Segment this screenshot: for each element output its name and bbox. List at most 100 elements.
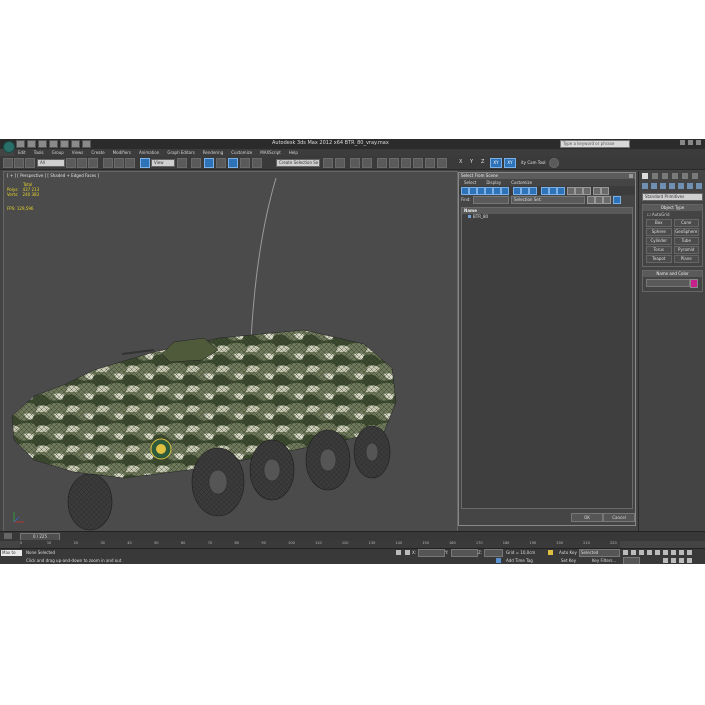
field-of-view-icon[interactable] — [679, 558, 684, 563]
menu-animation[interactable]: Animation — [135, 149, 163, 156]
shapes-category-icon[interactable] — [651, 183, 657, 189]
dialog-menu-customize[interactable]: Customize — [506, 179, 537, 186]
keyboard-shortcut-icon[interactable] — [204, 158, 214, 168]
select-object-icon[interactable] — [66, 158, 76, 168]
helpers-category-icon[interactable] — [678, 183, 684, 189]
spinner-snap-icon[interactable] — [252, 158, 262, 168]
rectangle-selection-icon[interactable] — [88, 158, 98, 168]
select-move-icon[interactable] — [103, 158, 113, 168]
undo-icon[interactable] — [49, 140, 58, 148]
select-invert-icon[interactable] — [583, 187, 591, 195]
axis-x-button[interactable]: X — [459, 159, 462, 165]
display-frozen-icon[interactable] — [549, 187, 557, 195]
display-xrefs-icon[interactable] — [521, 187, 529, 195]
systems-category-icon[interactable] — [696, 183, 702, 189]
selection-set-dropdown[interactable]: Selection Set: — [511, 196, 585, 204]
mirror-icon[interactable] — [323, 158, 333, 168]
menu-views[interactable]: Views — [68, 149, 88, 156]
display-tab-icon[interactable] — [682, 173, 688, 179]
time-tag-icon[interactable] — [496, 558, 501, 563]
rendered-frame-icon[interactable] — [425, 158, 435, 168]
display-geometry-icon[interactable] — [461, 187, 469, 195]
percent-snap-icon[interactable] — [240, 158, 250, 168]
previous-frame-icon[interactable] — [631, 550, 636, 555]
menu-edit[interactable]: Edit — [14, 149, 30, 156]
mini-curve-editor-icon[interactable] — [4, 533, 12, 539]
axis-xy-button[interactable]: XY — [490, 158, 502, 168]
axis-xy-plane-button[interactable]: XY — [504, 158, 516, 168]
current-frame-field[interactable] — [623, 557, 640, 564]
open-file-icon[interactable] — [27, 140, 36, 148]
z-coord-field[interactable] — [484, 549, 503, 557]
menu-help[interactable]: Help — [285, 149, 302, 156]
add-time-tag[interactable]: Add Time Tag — [506, 558, 533, 563]
zoom-extents-icon[interactable] — [679, 550, 684, 555]
copy-icon[interactable] — [595, 196, 603, 204]
snaps-toggle-icon[interactable] — [216, 158, 226, 168]
go-to-end-icon[interactable] — [655, 550, 660, 555]
display-lights-icon[interactable] — [477, 187, 485, 195]
x-coord-field[interactable] — [418, 549, 445, 557]
close-icon[interactable] — [696, 140, 701, 145]
camera-tool-icon[interactable] — [549, 158, 559, 168]
display-helpers-icon[interactable] — [493, 187, 501, 195]
zoom-extents-all-icon[interactable] — [687, 550, 692, 555]
display-groups-icon[interactable] — [513, 187, 521, 195]
display-shapes-icon[interactable] — [469, 187, 477, 195]
key-mode-icon[interactable] — [548, 550, 553, 555]
redo-icon[interactable] — [14, 158, 24, 168]
pyramid-button[interactable]: Pyramid — [673, 246, 699, 254]
key-filter-dropdown[interactable]: Selected — [579, 549, 620, 557]
create-tab-icon[interactable] — [642, 173, 648, 179]
dialog-menu-select[interactable]: Select — [459, 179, 481, 186]
maxscript-listener[interactable]: Max to — [1, 550, 22, 556]
zoom-all-icon[interactable] — [671, 550, 676, 555]
plane-button[interactable]: Plane — [673, 255, 699, 263]
custom-tools-label[interactable]: ity Cam Tool — [521, 160, 546, 165]
reference-coord-icon[interactable] — [140, 158, 150, 168]
tube-button[interactable]: Tube — [673, 237, 699, 245]
angle-snap-icon[interactable] — [228, 158, 238, 168]
lock-selection-icon[interactable] — [396, 550, 401, 555]
minimize-icon[interactable] — [680, 140, 685, 145]
modify-tab-icon[interactable] — [652, 173, 658, 179]
material-editor-icon[interactable] — [401, 158, 411, 168]
y-coord-field[interactable] — [451, 549, 478, 557]
key-filters-button[interactable]: Key Filters... — [592, 558, 616, 563]
link-icon[interactable] — [25, 158, 35, 168]
geosphere-button[interactable]: GeoSphere — [673, 228, 699, 236]
search-input[interactable]: Type a keyword or phrase — [560, 140, 630, 148]
fetch-icon[interactable] — [82, 140, 91, 148]
track-bar[interactable]: 0 10 20 30 40 50 60 70 80 90 100 110 120 130 140 150 160… — [20, 540, 620, 548]
paste-icon[interactable] — [603, 196, 611, 204]
geometry-category-icon[interactable] — [642, 183, 648, 189]
select-rotate-icon[interactable] — [114, 158, 124, 168]
pan-icon[interactable] — [663, 558, 668, 563]
select-manipulate-icon[interactable] — [191, 158, 201, 168]
name-color-header[interactable]: Name and Color — [643, 271, 702, 277]
graphite-modeling-icon[interactable] — [362, 158, 372, 168]
axis-y-button[interactable]: Y — [470, 159, 473, 165]
menu-graph-editors[interactable]: Graph Editors — [163, 149, 198, 156]
go-to-start-icon[interactable] — [623, 550, 628, 555]
close-icon[interactable] — [629, 174, 633, 178]
list-item[interactable]: BTR_80 — [462, 214, 632, 220]
utilities-tab-icon[interactable] — [692, 173, 698, 179]
sphere-button[interactable]: Sphere — [646, 228, 672, 236]
ok-button[interactable]: OK — [571, 513, 603, 522]
object-name-input[interactable] — [646, 279, 698, 288]
select-none-icon[interactable] — [575, 187, 583, 195]
selection-filter-dropdown[interactable]: All — [37, 159, 65, 167]
axis-z-button[interactable]: Z — [481, 159, 484, 165]
curve-editor-icon[interactable] — [377, 158, 387, 168]
render-setup-icon[interactable] — [413, 158, 423, 168]
select-all-icon[interactable] — [567, 187, 575, 195]
lights-category-icon[interactable] — [660, 183, 666, 189]
menu-group[interactable]: Group — [48, 149, 68, 156]
named-selection-set-dropdown[interactable]: Create Selection Se — [276, 159, 320, 167]
cameras-category-icon[interactable] — [669, 183, 675, 189]
cylinder-button[interactable]: Cylinder — [646, 237, 672, 245]
display-cameras-icon[interactable] — [485, 187, 493, 195]
play-icon[interactable] — [639, 550, 644, 555]
filter-icon[interactable] — [593, 187, 601, 195]
